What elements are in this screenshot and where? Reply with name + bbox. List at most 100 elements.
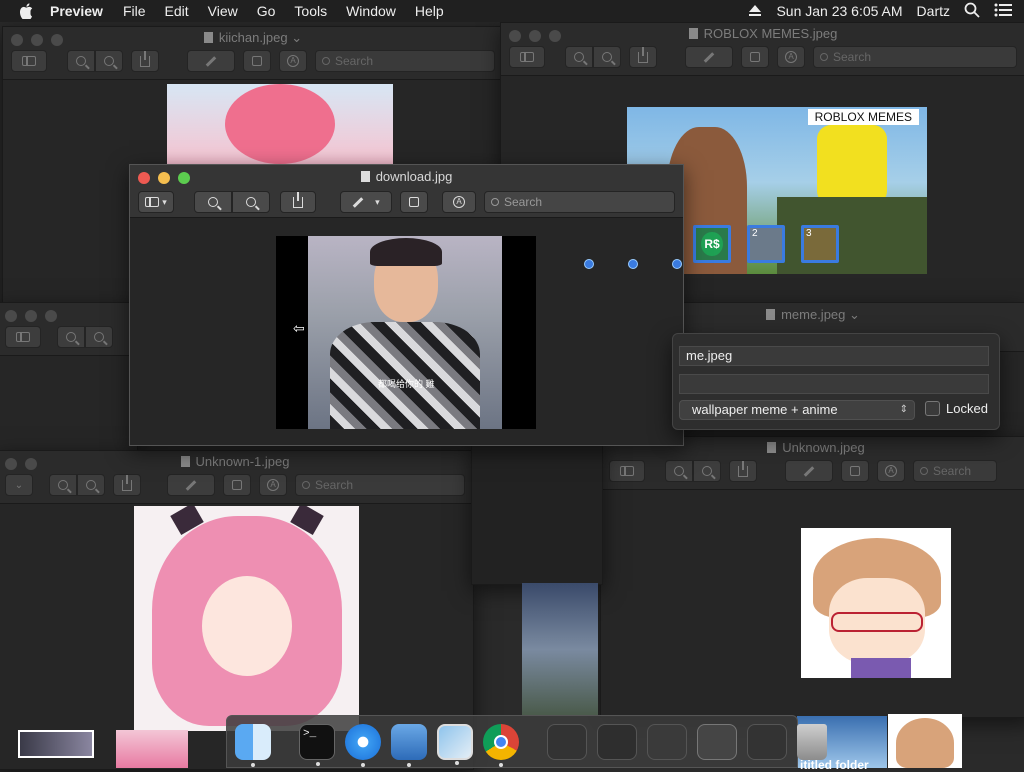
window-toolbar: download.jpg ▾ ▾ A Search — [130, 165, 683, 218]
sidebar-button[interactable] — [509, 46, 545, 68]
running-indicator — [251, 762, 255, 767]
image-area: 都喝给你的 雞 ⇦ — [130, 220, 683, 445]
tags-popup[interactable]: wallpaper meme + anime ⇕ — [679, 400, 915, 420]
user-name[interactable]: Dartz — [917, 3, 950, 19]
menu-edit[interactable]: Edit — [165, 3, 189, 19]
markup-toolbar-button[interactable]: A — [777, 46, 805, 68]
search-field[interactable]: Search — [315, 50, 495, 72]
spotlight-icon[interactable] — [964, 2, 980, 21]
sidebar-button[interactable]: ⌄ — [5, 474, 33, 496]
share-button[interactable] — [131, 50, 159, 72]
app-menu-preview[interactable]: Preview — [50, 3, 103, 19]
trash-icon[interactable] — [797, 723, 827, 760]
zoom-out-button[interactable] — [194, 191, 232, 213]
markup-toolbar-button[interactable]: A — [259, 474, 287, 496]
menu-go[interactable]: Go — [257, 3, 276, 19]
markup-pen-button[interactable] — [187, 50, 235, 72]
markup-toolbar-button[interactable]: A — [442, 191, 476, 213]
rotate-button[interactable] — [841, 460, 869, 482]
rotate-button[interactable] — [400, 191, 428, 213]
notification-center-icon[interactable] — [994, 3, 1012, 20]
share-icon — [638, 46, 648, 63]
markup-pen-button[interactable] — [685, 46, 733, 68]
share-button[interactable] — [629, 46, 657, 68]
zoom-out-button[interactable] — [49, 474, 77, 496]
finder-icon[interactable] — [235, 723, 271, 767]
sidebar-button[interactable] — [609, 460, 645, 482]
minimized-window-5[interactable] — [747, 723, 787, 760]
location-field[interactable] — [679, 374, 989, 394]
sidebar-button[interactable] — [5, 326, 41, 348]
rotate-icon — [850, 466, 860, 476]
search-field[interactable]: Search — [913, 460, 997, 482]
roblox-noob-head — [817, 125, 887, 205]
zoom-button[interactable] — [45, 310, 57, 322]
search-field[interactable]: Search — [295, 474, 465, 496]
apple-menu-icon[interactable] — [18, 2, 36, 20]
sidebar-button[interactable]: ▾ — [138, 191, 174, 213]
eject-icon[interactable] — [748, 3, 762, 19]
share-button[interactable] — [280, 191, 316, 213]
zoom-in-button[interactable] — [232, 191, 270, 213]
zoom-out-button[interactable] — [67, 50, 95, 72]
search-icon — [820, 53, 828, 61]
markup-pen-button[interactable] — [167, 474, 215, 496]
search-icon — [491, 198, 499, 206]
markup-toolbar-button[interactable]: A — [877, 460, 905, 482]
minimized-window-4[interactable] — [697, 723, 737, 760]
zoom-in-button[interactable] — [95, 50, 123, 72]
markup-pen-button[interactable] — [785, 460, 833, 482]
zoom-in-button[interactable] — [85, 326, 113, 348]
markup-toolbar-button[interactable]: A — [279, 50, 307, 72]
chrome-icon[interactable] — [483, 723, 519, 767]
share-icon — [738, 460, 748, 477]
share-button[interactable] — [729, 460, 757, 482]
zoom-out-button[interactable] — [665, 460, 693, 482]
desktop-folder-label[interactable]: ititled folder — [800, 758, 869, 772]
image-viewer-icon[interactable] — [437, 723, 473, 765]
search-icon — [322, 57, 330, 65]
share-button[interactable] — [113, 474, 141, 496]
zoom-in-button[interactable] — [693, 460, 721, 482]
terminal-icon[interactable]: >_ — [299, 723, 335, 766]
menu-tools[interactable]: Tools — [294, 3, 327, 19]
zoom-in-icon — [602, 52, 612, 62]
menu-help[interactable]: Help — [415, 3, 444, 19]
clock[interactable]: Sun Jan 23 6:05 AM — [776, 3, 902, 19]
running-indicator — [499, 762, 503, 767]
menu-view[interactable]: View — [208, 3, 238, 19]
desktop-thumbnail-1[interactable] — [18, 730, 94, 758]
filename-field[interactable]: me.jpeg — [679, 346, 989, 366]
zoom-out-button[interactable] — [565, 46, 593, 68]
document-icon — [767, 442, 777, 453]
minimized-window-2[interactable] — [597, 723, 637, 760]
sidebar-button[interactable] — [11, 50, 47, 72]
menu-window[interactable]: Window — [346, 3, 396, 19]
markup-pen-button[interactable]: ▾ — [340, 191, 392, 213]
chevron-down-icon[interactable]: ⌄ — [849, 307, 860, 322]
zoom-out-button[interactable] — [57, 326, 85, 348]
sidebar-icon — [520, 52, 534, 62]
menu-file[interactable]: File — [123, 3, 146, 19]
minimized-window-1[interactable] — [547, 723, 587, 760]
preview-app-icon[interactable] — [391, 723, 427, 767]
loading-dots — [584, 259, 682, 269]
zoom-out-icon — [76, 56, 86, 66]
locked-checkbox[interactable]: Locked — [925, 401, 988, 416]
search-field[interactable]: Search — [484, 191, 675, 213]
window-toolbar: Unknown-1.jpeg ⌄ A Search — [0, 451, 473, 504]
rotate-button[interactable] — [243, 50, 271, 72]
safari-icon[interactable] — [345, 723, 381, 767]
zoom-in-button[interactable] — [593, 46, 621, 68]
rotate-button[interactable] — [223, 474, 251, 496]
close-button[interactable] — [5, 310, 17, 322]
rotate-button[interactable] — [741, 46, 769, 68]
desktop-thumbnail-2[interactable] — [116, 730, 188, 768]
search-field[interactable]: Search — [813, 46, 1017, 68]
desktop-thumbnail-4[interactable] — [888, 714, 962, 768]
markup-icon: A — [453, 196, 465, 208]
minimize-button[interactable] — [25, 310, 37, 322]
zoom-in-button[interactable] — [77, 474, 105, 496]
minimized-window-3[interactable] — [647, 723, 687, 760]
chevron-down-icon[interactable]: ⌄ — [291, 30, 302, 45]
